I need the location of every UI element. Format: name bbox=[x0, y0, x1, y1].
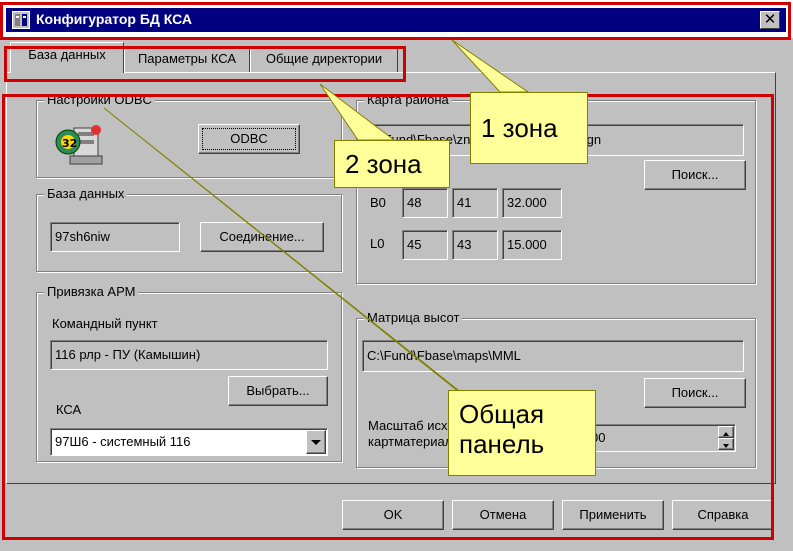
zone1-callout-text: 1 зона bbox=[481, 113, 558, 143]
panel-callout-line2: панель bbox=[459, 429, 545, 459]
panel-callout-line1: Общая bbox=[459, 399, 545, 429]
panel-callout: Общая панель bbox=[448, 390, 596, 476]
zone2-callout-text: 2 зона bbox=[345, 149, 422, 179]
callout-pointers bbox=[103, 39, 530, 421]
zone1-callout: 1 зона bbox=[470, 92, 588, 164]
zone2-callout: 2 зона bbox=[334, 140, 450, 188]
